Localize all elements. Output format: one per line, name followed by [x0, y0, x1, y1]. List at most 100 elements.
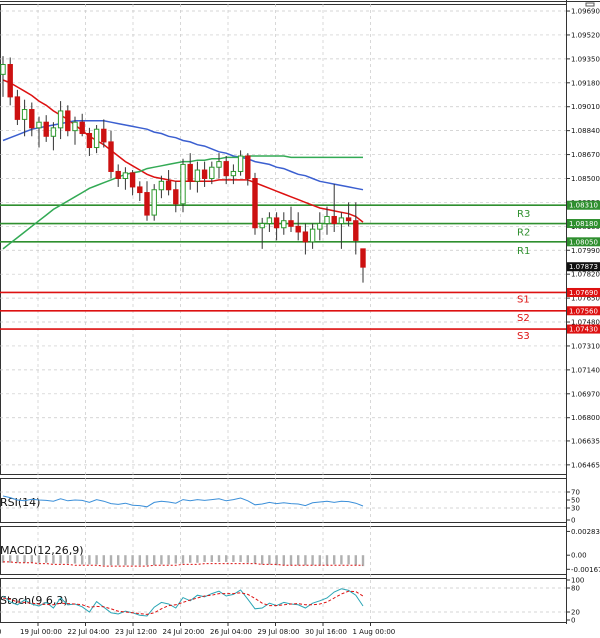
macd-histogram-bar: [318, 555, 321, 566]
macd-histogram-bar: [189, 555, 192, 563]
macd-histogram-bar: [217, 555, 221, 562]
macd-histogram-bar: [174, 555, 177, 564]
macd-histogram-bar: [232, 555, 235, 562]
macd-histogram-bar: [289, 555, 293, 566]
candle: [29, 102, 35, 137]
candle-body: [93, 128, 100, 149]
candle: [259, 217, 265, 249]
macd-histogram-bar: [167, 555, 170, 565]
candle-body: [36, 121, 42, 129]
macd-histogram-bar: [181, 555, 185, 564]
candle: [122, 167, 129, 190]
candle-body: [194, 169, 201, 182]
candle-body: [0, 64, 6, 75]
level-name-r3: R3: [517, 209, 530, 220]
macd-histogram-bar: [196, 555, 199, 563]
time-tick-label: 23 Jul 12:00: [115, 628, 157, 636]
rsi-panel: RSI(14) 705030 0: [0, 489, 580, 525]
candle-body: [165, 180, 172, 191]
macd-histogram-bar: [117, 555, 120, 566]
candle-body: [43, 121, 49, 137]
candle-body: [230, 170, 237, 177]
price-tick-label: 1.06635: [571, 437, 600, 445]
macd-histogram-bar: [124, 555, 127, 566]
current-price-text: 1.07873: [569, 263, 598, 271]
macd-histogram-bar: [45, 555, 48, 563]
candle-body: [14, 96, 21, 120]
candle-body: [108, 141, 114, 172]
candle-body: [252, 177, 258, 229]
macd-histogram-bar: [131, 555, 134, 566]
candle: [137, 181, 143, 202]
macd-histogram-bar: [347, 555, 350, 565]
candle: [317, 212, 323, 241]
candle-body: [129, 172, 136, 188]
macd-histogram-bar: [297, 555, 300, 566]
candle-body: [7, 64, 13, 98]
candle: [360, 248, 366, 283]
candle-body: [115, 170, 121, 179]
candle: [43, 115, 49, 142]
macd-histogram-bar: [261, 555, 264, 565]
candle: [302, 223, 309, 255]
candle-body: [309, 228, 316, 243]
rsi-tick-label: 70: [571, 489, 580, 497]
candle: [144, 181, 150, 221]
rsi-line: [2, 495, 364, 508]
candle: [216, 153, 222, 179]
level-badge-text: 1.07690: [569, 289, 598, 297]
candle-body: [273, 217, 280, 229]
macd-panel: MACD(12,26,9) 0.00283 0.00 -0.001679: [0, 528, 600, 574]
level-name-r1: R1: [517, 246, 530, 257]
candle: [173, 181, 179, 213]
level-badge-text: 1.08180: [569, 220, 598, 228]
macd-histogram-bar: [153, 555, 156, 566]
candle-body: [317, 223, 323, 230]
price-tick-label: 1.06800: [571, 414, 600, 422]
macd-histogram-bar: [340, 555, 343, 565]
macd-histogram-bar: [102, 555, 105, 566]
candle-body: [151, 189, 157, 216]
candle: [50, 122, 57, 151]
macd-histogram-bar: [311, 555, 314, 566]
macd-histogram-bar: [354, 555, 357, 566]
macd-histogram-bar: [138, 555, 141, 566]
macd-histogram-bar: [268, 555, 271, 565]
price-tick-label: 1.07820: [571, 271, 600, 279]
level-name-r2: R2: [517, 228, 530, 239]
macd-histogram-bar: [95, 555, 98, 565]
candle: [324, 206, 330, 235]
macd-histogram-bar: [88, 555, 91, 565]
candle-body: [50, 127, 57, 137]
macd-histogram-bar: [9, 555, 12, 563]
candle: [194, 161, 201, 193]
candle-body: [331, 215, 337, 225]
candle-body: [360, 248, 366, 268]
candle: [237, 150, 244, 176]
level-badge-text: 1.08050: [569, 238, 598, 246]
macd-histogram-bar: [304, 555, 307, 566]
stoch-tick-label: 100: [571, 577, 584, 585]
candle-body: [324, 215, 330, 225]
candle-body: [29, 109, 35, 129]
macd-tick-label: -0.001679: [571, 566, 600, 574]
macd-histogram-bar: [81, 555, 84, 565]
stoch-tick-label: 80: [571, 585, 580, 593]
candle-body: [209, 166, 215, 179]
candle: [353, 202, 359, 255]
price-tick-label: 1.09350: [571, 55, 600, 63]
candle-body: [158, 180, 165, 191]
candle-body: [302, 231, 309, 243]
candle-body: [144, 192, 150, 216]
panel-frames: [0, 0, 600, 624]
price-tick-label: 1.08840: [571, 127, 600, 135]
chart-canvas: 1.09690 1.09520 1.09350 1.09180 1.09010 1.088…: [0, 0, 600, 636]
maximize-icon[interactable]: [585, 2, 595, 7]
candle: [252, 172, 258, 235]
macd-histogram-bar: [37, 555, 41, 563]
candle: [288, 206, 294, 232]
macd-histogram-bar: [30, 555, 33, 563]
candle-body: [295, 225, 301, 233]
macd-title: MACD(12,26,9): [0, 544, 84, 557]
price-tick-label: 1.07140: [571, 366, 600, 374]
